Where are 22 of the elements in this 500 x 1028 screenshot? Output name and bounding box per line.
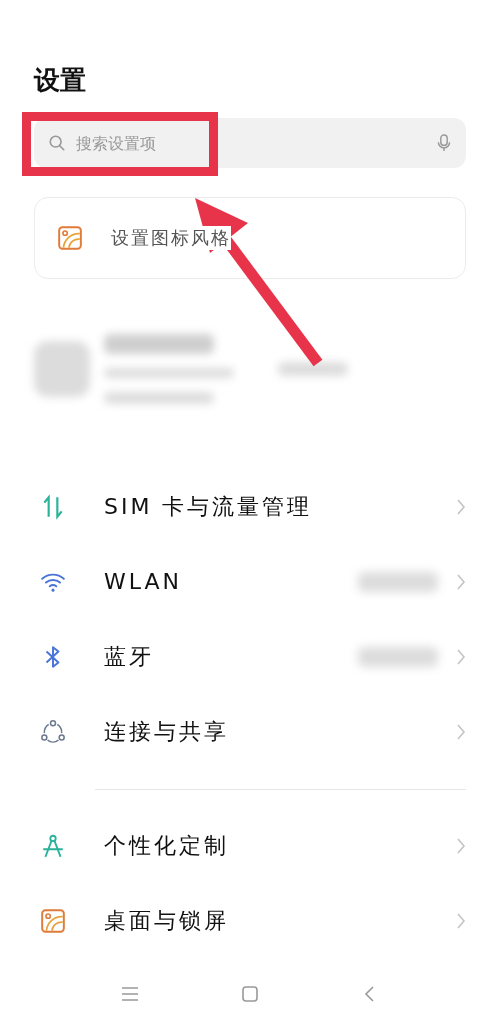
microphone-icon[interactable]	[436, 132, 452, 154]
settings-item[interactable]: 个性化定制	[34, 808, 466, 883]
page-title: 设置	[34, 64, 87, 97]
settings-item[interactable]: 连接与共享	[34, 694, 466, 769]
share-icon	[40, 718, 66, 745]
settings-item[interactable]: 蓝牙	[34, 619, 466, 694]
wallpaper-icon	[40, 907, 66, 934]
chevron-icon	[456, 572, 466, 591]
search-field[interactable]: 搜索设置项	[34, 118, 466, 168]
home-icon[interactable]	[240, 984, 260, 1004]
compass-icon	[40, 832, 66, 859]
chevron-icon	[456, 647, 466, 666]
wallpaper-icon	[57, 225, 83, 251]
settings-item[interactable]: WLAN	[34, 544, 466, 619]
settings-item[interactable]: SIM 卡与流量管理	[34, 469, 466, 544]
chevron-icon	[456, 836, 466, 855]
chevron-icon	[456, 722, 466, 741]
menu-icon[interactable]	[120, 984, 140, 1004]
chevron-icon	[456, 497, 466, 516]
search-icon	[48, 134, 66, 152]
chevron-icon	[456, 911, 466, 930]
settings-item[interactable]: 桌面与锁屏	[34, 883, 466, 958]
